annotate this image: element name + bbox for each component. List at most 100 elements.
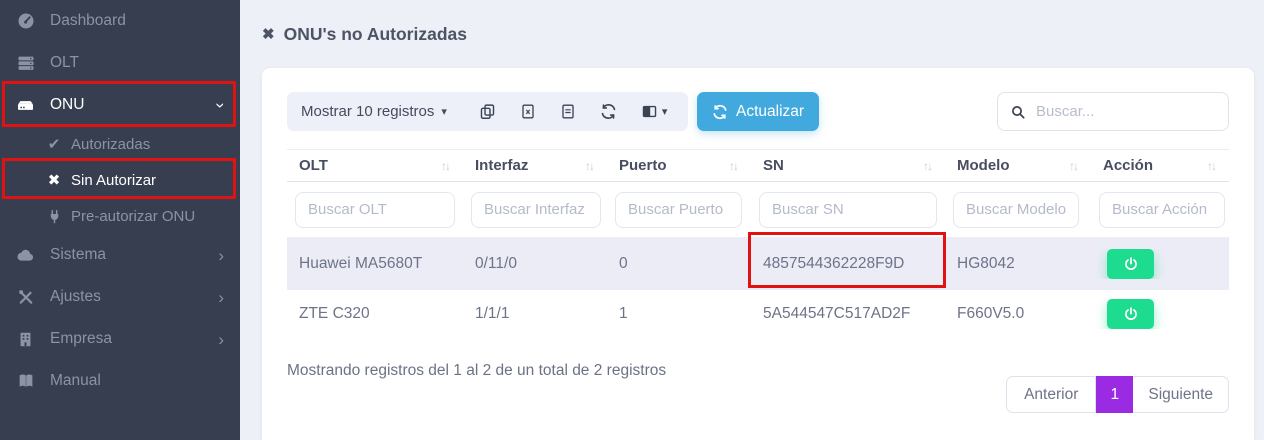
cloud-icon xyxy=(16,246,35,265)
cell-sn: 5A544547C517AD2F xyxy=(751,305,945,323)
table-search xyxy=(997,92,1229,131)
column-label: SN xyxy=(763,157,784,174)
pagination-previous-button[interactable]: Anterior xyxy=(1006,376,1096,413)
authorize-onu-button[interactable] xyxy=(1107,299,1154,329)
sidebar-item-label: Dashboard xyxy=(50,12,126,30)
sort-icon: ↑↓ xyxy=(729,159,737,173)
caret-down-icon: ▾ xyxy=(662,105,668,118)
chevron-right-icon: › xyxy=(218,289,224,306)
toolbar-chip: Mostrar 10 registros ▾ xyxy=(287,92,688,131)
sidebar-item-empresa[interactable]: Empresa › xyxy=(0,318,240,360)
cell-modelo: F660V5.0 xyxy=(945,305,1091,323)
cell-olt: Huawei MA5680T xyxy=(287,255,463,273)
column-label: OLT xyxy=(299,157,328,174)
table-card: Mostrar 10 registros ▾ xyxy=(262,68,1254,440)
x-icon: ✖ xyxy=(262,25,275,43)
export-tools: ▾ xyxy=(479,103,668,120)
sidebar-item-label: Autorizadas xyxy=(71,136,150,153)
column-visibility-button[interactable]: ▾ xyxy=(641,103,668,120)
filter-puerto-input[interactable] xyxy=(615,192,742,228)
sidebar-item-label: Sistema xyxy=(50,246,106,264)
sidebar-item-label: Ajustes xyxy=(50,288,101,306)
cell-puerto: 0 xyxy=(607,255,751,273)
filter-sn-input[interactable] xyxy=(759,192,937,228)
sidebar-item-sistema[interactable]: Sistema › xyxy=(0,234,240,276)
table-row: Huawei MA5680T 0/11/0 0 4857544362228F9D… xyxy=(287,238,1229,290)
sidebar-item-olt[interactable]: OLT xyxy=(0,42,240,84)
table-filter-row xyxy=(287,182,1229,238)
copy-button[interactable] xyxy=(479,103,496,120)
column-label: Interfaz xyxy=(475,157,528,174)
sidebar-item-ajustes[interactable]: Ajustes › xyxy=(0,276,240,318)
server-icon xyxy=(16,54,35,72)
sidebar-item-dashboard[interactable]: Dashboard xyxy=(0,0,240,42)
sort-icon: ↑↓ xyxy=(923,159,931,173)
sync-icon xyxy=(712,104,728,120)
column-header-modelo[interactable]: Modelo ↑↓ xyxy=(945,150,1091,181)
chevron-right-icon: › xyxy=(218,331,224,348)
power-icon xyxy=(1123,306,1139,322)
pagination: Anterior 1 Siguiente xyxy=(1006,376,1229,413)
table-toolbar: Mostrar 10 registros ▾ xyxy=(287,92,1229,131)
book-icon xyxy=(16,372,35,390)
cell-modelo: HG8042 xyxy=(945,255,1091,273)
filter-interfaz-input[interactable] xyxy=(471,192,601,228)
authorize-onu-button[interactable] xyxy=(1107,249,1154,279)
sidebar-item-manual[interactable]: Manual xyxy=(0,360,240,402)
excel-export-button[interactable] xyxy=(520,103,536,120)
page-title-text: ONU's no Autorizadas xyxy=(284,24,467,45)
column-label: Puerto xyxy=(619,157,667,174)
reload-icon-button[interactable] xyxy=(600,103,617,120)
chevron-down-icon: › xyxy=(213,102,230,108)
router-icon xyxy=(16,96,35,115)
sidebar-item-label: Empresa xyxy=(50,330,112,348)
column-header-sn[interactable]: SN ↑↓ xyxy=(751,150,945,181)
file-export-button[interactable] xyxy=(560,103,576,120)
column-header-puerto[interactable]: Puerto ↑↓ xyxy=(607,150,751,181)
pagination-next-button[interactable]: Siguiente xyxy=(1133,376,1229,413)
cell-sn: 4857544362228F9D xyxy=(751,255,945,273)
column-label: Acción xyxy=(1103,157,1153,174)
table-row: ZTE C320 1/1/1 1 5A544547C517AD2F F660V5… xyxy=(287,290,1229,338)
sidebar-item-autorizadas[interactable]: ✔ Autorizadas xyxy=(0,126,240,162)
cell-puerto: 1 xyxy=(607,305,751,323)
table-header-row: OLT↑↓ Interfaz↑↓ Puerto↑↓ SN↑↓ Modelo↑↓ … xyxy=(287,149,1229,182)
check-icon: ✔ xyxy=(46,135,62,153)
sidebar: Dashboard OLT ONU › ✔ Autorizadas ✖ Sin … xyxy=(0,0,240,440)
sidebar-item-label: ONU xyxy=(50,96,84,114)
sort-icon: ↑↓ xyxy=(585,159,593,173)
sidebar-item-onu[interactable]: ONU › xyxy=(0,84,240,126)
sort-icon: ↑↓ xyxy=(441,159,449,173)
cell-interfaz: 1/1/1 xyxy=(463,305,607,323)
filter-olt-input[interactable] xyxy=(295,192,455,228)
length-menu-dropdown[interactable]: Mostrar 10 registros ▾ xyxy=(301,103,447,120)
column-header-accion[interactable]: Acción↑↓ xyxy=(1091,150,1229,181)
sort-icon: ↑↓ xyxy=(1069,159,1077,173)
plug-icon xyxy=(46,209,62,224)
page-title: ✖ ONU's no Autorizadas xyxy=(240,0,1264,68)
x-icon: ✖ xyxy=(46,171,62,189)
column-label: Modelo xyxy=(957,157,1010,174)
caret-down-icon: ▾ xyxy=(441,105,447,118)
filter-modelo-input[interactable] xyxy=(953,192,1079,228)
actualizar-label: Actualizar xyxy=(736,103,804,121)
column-header-olt[interactable]: OLT ↑↓ xyxy=(287,150,463,181)
cell-olt: ZTE C320 xyxy=(287,305,463,323)
main-content: ✖ ONU's no Autorizadas Mostrar 10 regist… xyxy=(240,0,1264,440)
sidebar-item-label: Manual xyxy=(50,372,101,390)
building-icon xyxy=(16,331,35,348)
sidebar-item-pre-autorizar-onu[interactable]: Pre-autorizar ONU xyxy=(0,198,240,234)
actualizar-button[interactable]: Actualizar xyxy=(697,92,819,131)
length-menu-label: Mostrar 10 registros xyxy=(301,103,434,120)
sidebar-item-label: Sin Autorizar xyxy=(71,172,156,189)
search-input[interactable] xyxy=(1036,103,1216,120)
chevron-right-icon: › xyxy=(218,247,224,264)
tools-icon xyxy=(16,288,35,306)
column-header-interfaz[interactable]: Interfaz ↑↓ xyxy=(463,150,607,181)
power-icon xyxy=(1123,256,1139,272)
pagination-page-1-button[interactable]: 1 xyxy=(1096,376,1133,413)
sidebar-item-sin-autorizar[interactable]: ✖ Sin Autorizar xyxy=(0,162,240,198)
filter-accion-input[interactable] xyxy=(1099,192,1225,228)
sidebar-item-label: OLT xyxy=(50,54,79,72)
tachometer-icon xyxy=(16,12,35,30)
